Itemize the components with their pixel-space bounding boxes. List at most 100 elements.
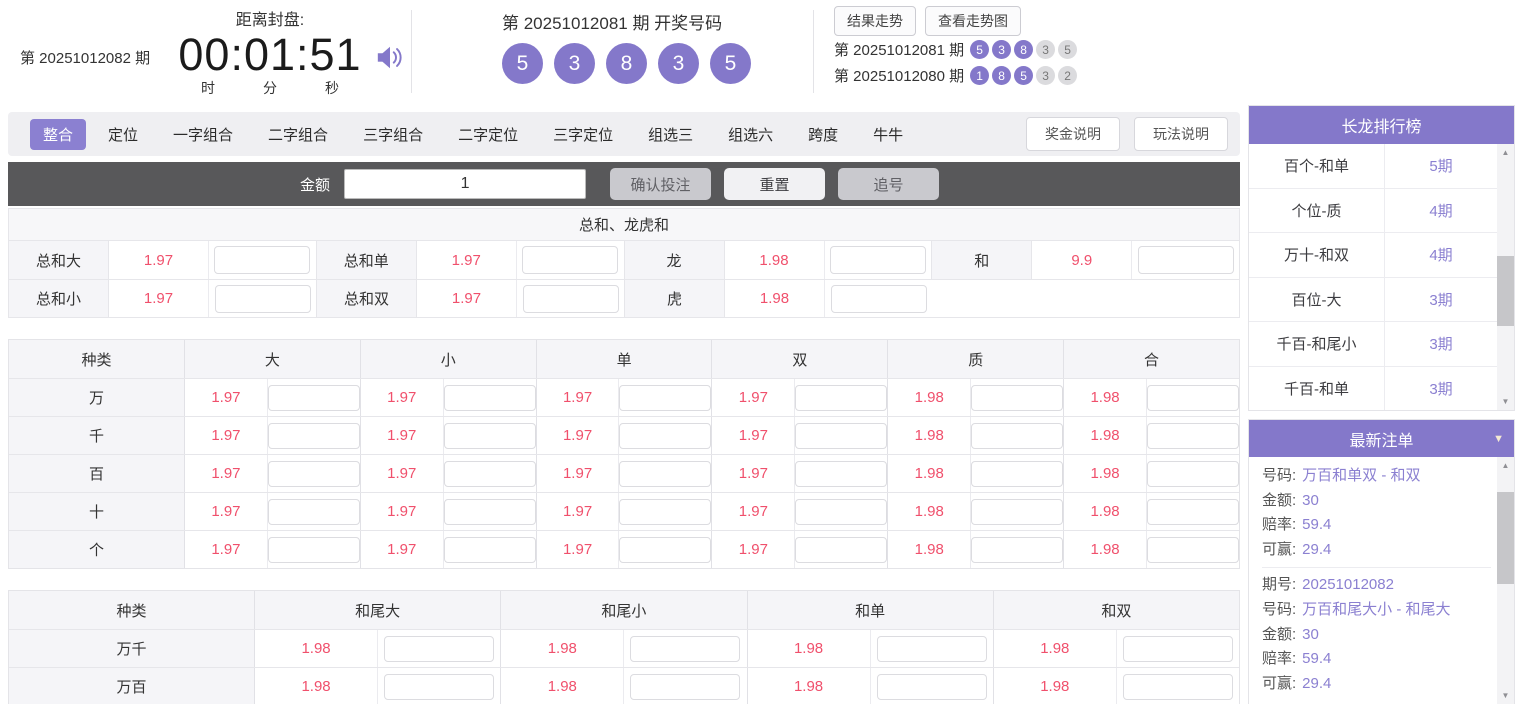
play-tab[interactable]: 二字组合 — [255, 119, 341, 150]
trend-button[interactable]: 结果走势 — [834, 6, 916, 36]
odds-value: 1.97 — [109, 241, 209, 279]
bet-amount-input[interactable] — [1146, 536, 1239, 563]
scroll-down-icon[interactable]: ▼ — [1497, 393, 1514, 410]
scrollbar-track[interactable] — [1497, 161, 1514, 393]
scroll-up-icon[interactable]: ▲ — [1497, 144, 1514, 161]
bet-amount-input[interactable] — [443, 498, 536, 525]
bet-amount-input[interactable] — [267, 422, 360, 449]
bet-amount-input[interactable] — [795, 384, 888, 411]
bet-amount-input[interactable] — [443, 460, 536, 487]
scrollbar-track[interactable] — [1497, 474, 1514, 687]
play-tab[interactable]: 整合 — [30, 118, 87, 150]
history-list: 第 20251012081 期 53835 第 20251012080 期 18… — [834, 37, 1078, 88]
bet-amount-input[interactable] — [267, 384, 360, 411]
bet-amount-input[interactable] — [443, 422, 536, 449]
bet-amount-input[interactable] — [443, 536, 536, 563]
play-tab[interactable]: 二字定位 — [445, 119, 531, 150]
bet-amount-input[interactable] — [619, 498, 712, 525]
row-label: 个 — [9, 531, 185, 568]
scroll-up-icon[interactable]: ▲ — [1497, 457, 1514, 474]
odds-value: 1.98 — [1090, 427, 1120, 444]
info-button[interactable]: 奖金说明 — [1026, 117, 1120, 151]
reset-button[interactable]: 重置 — [724, 168, 826, 200]
bet-amount-input[interactable] — [971, 460, 1064, 487]
bet-amount-input[interactable] — [619, 384, 712, 411]
bet-input-cell — [1132, 280, 1239, 317]
play-tab[interactable]: 跨度 — [795, 119, 851, 150]
bet-amount-input[interactable] — [971, 536, 1064, 563]
bet-amount-input[interactable] — [1146, 422, 1239, 449]
bet-amount-input[interactable] — [630, 673, 741, 700]
bet-amount-input[interactable] — [214, 246, 311, 274]
bet-input-cell — [869, 630, 993, 667]
bet-amount-input[interactable] — [1146, 384, 1239, 411]
scrollbar[interactable]: ▲ ▼ — [1497, 144, 1514, 410]
bet-amount-input[interactable] — [829, 246, 926, 274]
dragon-row[interactable]: 个位-质 4期 — [1249, 188, 1497, 233]
scrollbar-thumb[interactable] — [1497, 256, 1514, 326]
dragon-row[interactable]: 万十-和双 4期 — [1249, 233, 1497, 278]
scrollbar[interactable]: ▲ ▼ — [1497, 457, 1514, 704]
bet-input-cell — [1145, 531, 1239, 568]
bet-amount-input[interactable] — [267, 498, 360, 525]
bet-amount-input[interactable] — [971, 384, 1064, 411]
odds-cell: 1.98 — [887, 455, 1064, 492]
bet-amount-input[interactable] — [1122, 673, 1233, 700]
confirm-bet-button[interactable]: 确认投注 — [610, 168, 712, 200]
bet-amount-input[interactable] — [971, 422, 1064, 449]
play-tab[interactable]: 三字组合 — [350, 119, 436, 150]
dragon-row[interactable]: 百个-和单 5期 — [1249, 144, 1497, 189]
bet-amount-input[interactable] — [795, 498, 888, 525]
bet-amount-input[interactable] — [830, 284, 927, 313]
bet-amount-input[interactable] — [522, 246, 619, 274]
bet-amount-input[interactable] — [971, 498, 1064, 525]
bet-amount-input[interactable] — [619, 536, 712, 563]
play-tab[interactable]: 组选六 — [715, 119, 786, 150]
bet-amount-input[interactable] — [384, 673, 495, 700]
order-entry: 期号: 20251012082 号码: 万百和尾大小 - 和尾大 金额: 30 — [1262, 567, 1491, 696]
bet-input-cell — [618, 493, 712, 530]
bet-amount-input[interactable] — [1146, 460, 1239, 487]
bet-input-cell — [442, 417, 536, 454]
info-button[interactable]: 玩法说明 — [1134, 117, 1228, 151]
bet-amount-input[interactable] — [795, 460, 888, 487]
bet-amount-input[interactable] — [443, 384, 536, 411]
amount-input[interactable] — [344, 169, 587, 199]
bet-option-label — [932, 280, 1032, 317]
dragon-row[interactable]: 千百-和尾小 3期 — [1249, 322, 1497, 367]
bet-amount-input[interactable] — [384, 635, 495, 662]
chase-number-button[interactable]: 追号 — [838, 168, 940, 200]
bet-amount-input[interactable] — [267, 536, 360, 563]
collapse-icon[interactable]: ▼ — [1493, 433, 1504, 445]
bet-amount-input[interactable] — [795, 536, 888, 563]
bet-amount-input[interactable] — [1122, 635, 1233, 662]
dragon-row[interactable]: 千百-和单 3期 — [1249, 366, 1497, 410]
dragon-row[interactable]: 百位-大 3期 — [1249, 277, 1497, 322]
bet-amount-input[interactable] — [267, 460, 360, 487]
scroll-down-icon[interactable]: ▼ — [1497, 687, 1514, 704]
play-tab[interactable]: 组选三 — [635, 119, 706, 150]
play-tab[interactable]: 牛牛 — [860, 119, 916, 150]
play-tab[interactable]: 一字组合 — [160, 119, 246, 150]
speaker-icon[interactable] — [375, 42, 405, 77]
scrollbar-thumb[interactable] — [1497, 492, 1514, 584]
bet-amount-input[interactable] — [214, 284, 311, 313]
trend-button[interactable]: 查看走势图 — [925, 6, 1021, 36]
play-tab[interactable]: 三字定位 — [540, 119, 626, 150]
bet-option-group: 龙 1.98 — [623, 241, 932, 279]
bet-amount-input[interactable] — [619, 460, 712, 487]
bet-amount-input[interactable] — [876, 673, 987, 700]
odds-value: 1.98 — [1040, 640, 1070, 657]
bet-amount-input[interactable] — [1146, 498, 1239, 525]
bet-amount-input[interactable] — [522, 284, 619, 313]
order-field-label: 期号: — [1262, 576, 1297, 594]
bet-amount-input[interactable] — [1137, 246, 1234, 274]
play-tab-bar: 整合 定位 一字组合 二字组合 三字组合 二字定位 三字定位 组选三 组选六 跨度 牛牛 奖金说明玩… — [8, 112, 1240, 156]
play-tab[interactable]: 定位 — [95, 119, 151, 150]
bet-amount-input[interactable] — [795, 422, 888, 449]
bet-input-cell — [970, 493, 1064, 530]
bet-amount-input[interactable] — [630, 635, 741, 662]
history-row: 第 20251012081 期 53835 — [834, 37, 1078, 62]
bet-amount-input[interactable] — [876, 635, 987, 662]
bet-amount-input[interactable] — [619, 422, 712, 449]
